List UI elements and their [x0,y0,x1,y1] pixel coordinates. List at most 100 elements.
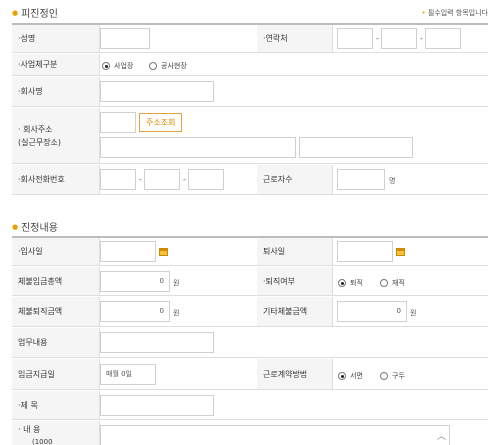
label-name: · 성명 [12,25,99,52]
radio-workplace[interactable]: 사업장 [102,61,133,71]
leave-date-input[interactable] [337,241,393,262]
label-pay-day: 임금지급일 [12,359,99,389]
label-employee-count: 근로자수 [257,165,332,194]
section-title-text: 피진정인 [21,9,58,20]
contact-input-3[interactable] [425,28,461,49]
bullet-icon: ● [12,223,19,231]
label-other-unpaid: 기타체불금액 [257,297,332,326]
radio-label: 공사현장 [161,62,187,70]
section-title-text: 진정내용 [21,223,58,234]
label-company-address: · 회사주소 (실근무장소) [12,108,99,163]
company-name-input[interactable] [100,81,214,102]
label-retire-status-text: 퇴직여부 [265,276,295,286]
radio-employed[interactable]: 재직 [380,278,405,288]
row-job-desc: 업무내용 [12,328,488,358]
address-search-button[interactable]: 주소조회 [139,113,183,132]
radio-label: 재직 [392,279,405,287]
label-content: · 내 용 (1000 [12,421,99,445]
radio-selected-icon [338,279,346,287]
content-textarea[interactable] [100,425,450,445]
divider [332,297,333,326]
label-unpaid-wage: 체불임금총액 [12,267,99,295]
label-contract-method: 근로계약방법 [257,359,332,389]
won-unit: 원 [173,279,180,287]
radio-construction-site[interactable]: 공사현장 [149,61,187,71]
label-job-desc-text: 업무내용 [18,338,48,347]
label-pay-day-text: 임금지급일 [18,369,55,379]
label-biz-type: · 사업체구분 [12,54,99,75]
radio-selected-icon [338,372,346,380]
label-unpaid-wage-text: 체불임금총액 [18,276,63,286]
company-phone-input-1[interactable] [100,169,136,190]
address-input[interactable] [100,137,296,158]
unpaid-wage-input[interactable]: 0 [100,271,170,292]
job-desc-input[interactable] [100,332,214,353]
join-date-input[interactable] [100,241,156,262]
bullet-icon: • [421,9,426,17]
contact-input-1[interactable] [337,28,373,49]
bullet-icon: ● [12,9,19,17]
divider [99,54,100,75]
radio-written[interactable]: 서면 [338,371,363,381]
employee-unit: 명 [389,177,396,185]
pay-day-input[interactable]: 매월 0일 [100,364,156,385]
divider [332,25,333,52]
employee-count-input[interactable] [337,169,385,190]
label-company-name-text: 회사명 [20,87,43,96]
label-subject: · 제 목 [12,391,99,419]
row-company-name: · 회사명 [12,77,488,107]
divider [332,359,333,389]
radio-label: 서면 [350,372,363,380]
subject-input[interactable] [100,395,214,416]
radio-label: 퇴직 [350,279,363,287]
dash: - [376,34,379,43]
label-company-name: · 회사명 [12,77,99,106]
label-unpaid-severance-text: 체불퇴직금액 [18,307,63,316]
company-phone-input-2[interactable] [144,169,180,190]
row-company-phone: · 회사전화번호 - - 근로자수 명 [12,165,488,195]
dash: - [183,175,186,184]
company-phone-input-3[interactable] [188,169,224,190]
row-name-contact: · 성명 · 연락처 - - [12,25,488,53]
calendar-icon[interactable] [159,248,168,256]
won-unit: 원 [410,309,417,317]
dash: - [139,175,142,184]
divider [332,165,333,194]
label-contract-method-text: 근로계약방법 [263,369,308,379]
calendar-icon[interactable] [396,248,405,256]
row-pay-day: 임금지급일 매월 0일 근로계약방법 서면 구두 [12,359,488,390]
section-title-respondent: ● 피진정인 [12,5,58,20]
label-address-text: 회사주소 [23,124,53,134]
label-other-unpaid-text: 기타체불금액 [263,307,308,316]
radio-empty-icon [380,279,388,287]
radio-retired[interactable]: 퇴직 [338,278,363,288]
divider [332,238,333,265]
radio-selected-icon [102,62,110,70]
label-company-phone: · 회사전화번호 [12,165,99,194]
unpaid-severance-input[interactable]: 0 [100,301,170,322]
label-job-desc: 업무내용 [12,328,99,357]
radio-verbal[interactable]: 구두 [380,371,405,381]
zipcode-input[interactable] [100,112,136,133]
label-retire-status: · 퇴직여부 [257,267,332,295]
chevron-up-icon[interactable]: ︿ [437,429,446,442]
label-name-text: 성명 [20,34,36,43]
label-biz-type-text: 사업체구분 [20,60,58,69]
address-detail-input[interactable] [299,137,413,158]
label-join-date: · 입사일 [12,238,99,265]
other-unpaid-input[interactable]: 0 [337,301,407,322]
label-contact-text: 연락처 [265,34,288,43]
row-unpaid-severance: 체불퇴직금액 0 원 기타체불금액 0 원 [12,297,488,327]
won-unit: 원 [173,309,180,317]
row-unpaid-wage: 체불임금총액 0 원 · 퇴직여부 퇴직 재직 [12,267,488,296]
label-company-phone-text: 회사전화번호 [20,175,65,184]
row-content: · 내 용 (1000 ︿ [12,421,488,445]
label-leave-date-text: 퇴사일 [263,247,286,256]
row-biz-type: · 사업체구분 사업장 공사현장 [12,54,488,76]
required-note-text: 필수입력 항목입니다 [427,9,488,17]
label-content-text: 내 용 [23,425,41,434]
contact-input-2[interactable] [381,28,417,49]
name-input[interactable] [100,28,150,49]
row-company-address: · 회사주소 (실근무장소) 주소조회 [12,108,488,164]
divider [332,267,333,295]
